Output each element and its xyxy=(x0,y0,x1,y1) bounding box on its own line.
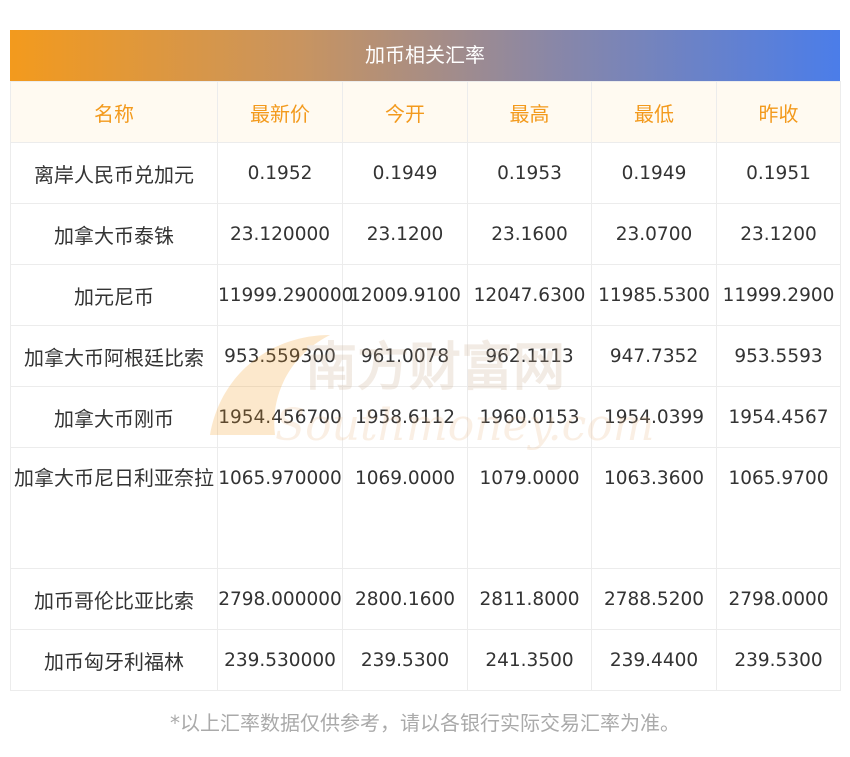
row-prev-close: 1065.9700 xyxy=(716,447,841,569)
row-name: 加拿大币尼日利亚奈拉 xyxy=(10,447,218,569)
row-open: 961.0078 xyxy=(342,325,468,387)
row-prev-close: 239.5300 xyxy=(716,629,841,691)
row-open: 2800.1600 xyxy=(342,568,468,630)
header-prev-close: 昨收 xyxy=(716,81,841,143)
exchange-rate-table: 名称 最新价 今开 最高 最低 昨收 离岸人民币兑加元 0.1952 0.194… xyxy=(10,81,841,691)
row-latest: 2798.000000 xyxy=(217,568,343,630)
table-row: 离岸人民币兑加元 0.1952 0.1949 0.1953 0.1949 0.1… xyxy=(10,142,841,204)
row-prev-close: 11999.2900 xyxy=(716,264,841,326)
row-name: 加元尼币 xyxy=(10,264,218,326)
row-low: 1063.3600 xyxy=(591,447,717,569)
row-name: 加币哥伦比亚比索 xyxy=(10,568,218,630)
row-open: 1069.0000 xyxy=(342,447,468,569)
row-prev-close: 23.1200 xyxy=(716,203,841,265)
row-latest: 1954.456700 xyxy=(217,386,343,448)
row-high: 962.1113 xyxy=(467,325,592,387)
footnote: *以上汇率数据仅供参考，请以各银行实际交易汇率为准。 xyxy=(170,711,680,735)
table-header-row: 名称 最新价 今开 最高 最低 昨收 xyxy=(10,81,841,143)
table-row: 加拿大币尼日利亚奈拉 1065.970000 1069.0000 1079.00… xyxy=(10,447,841,569)
row-high: 2811.8000 xyxy=(467,568,592,630)
row-name: 加币匈牙利福林 xyxy=(10,629,218,691)
row-name: 加拿大币泰铢 xyxy=(10,203,218,265)
row-high: 12047.6300 xyxy=(467,264,592,326)
row-prev-close: 2798.0000 xyxy=(716,568,841,630)
row-open: 239.5300 xyxy=(342,629,468,691)
header-name: 名称 xyxy=(10,81,218,143)
row-latest: 0.1952 xyxy=(217,142,343,204)
row-prev-close: 0.1951 xyxy=(716,142,841,204)
table-row: 加元尼币 11999.290000 12009.9100 12047.6300 … xyxy=(10,264,841,326)
row-open: 0.1949 xyxy=(342,142,468,204)
row-latest: 23.120000 xyxy=(217,203,343,265)
table-row: 加币匈牙利福林 239.530000 239.5300 241.3500 239… xyxy=(10,629,841,691)
row-low: 239.4400 xyxy=(591,629,717,691)
row-open: 23.1200 xyxy=(342,203,468,265)
table-row: 加拿大币泰铢 23.120000 23.1200 23.1600 23.0700… xyxy=(10,203,841,265)
row-low: 947.7352 xyxy=(591,325,717,387)
row-latest: 11999.290000 xyxy=(217,264,353,326)
row-latest: 239.530000 xyxy=(217,629,343,691)
header-open: 今开 xyxy=(342,81,468,143)
table-title: 加币相关汇率 xyxy=(10,30,840,81)
row-latest: 953.559300 xyxy=(217,325,343,387)
row-latest: 1065.970000 xyxy=(217,447,343,569)
row-high: 1079.0000 xyxy=(467,447,592,569)
header-latest: 最新价 xyxy=(217,81,343,143)
row-prev-close: 953.5593 xyxy=(716,325,841,387)
row-high: 241.3500 xyxy=(467,629,592,691)
row-name: 加拿大币刚币 xyxy=(10,386,218,448)
header-low: 最低 xyxy=(591,81,717,143)
table-row: 加拿大币阿根廷比索 953.559300 961.0078 962.1113 9… xyxy=(10,325,841,387)
row-open: 1958.6112 xyxy=(342,386,468,448)
row-prev-close: 1954.4567 xyxy=(716,386,841,448)
row-high: 1960.0153 xyxy=(467,386,592,448)
row-low: 2788.5200 xyxy=(591,568,717,630)
row-name: 离岸人民币兑加元 xyxy=(10,142,218,204)
row-low: 23.0700 xyxy=(591,203,717,265)
row-open: 12009.9100 xyxy=(342,264,468,326)
row-low: 0.1949 xyxy=(591,142,717,204)
row-high: 0.1953 xyxy=(467,142,592,204)
table-row: 加币哥伦比亚比索 2798.000000 2800.1600 2811.8000… xyxy=(10,568,841,630)
table-row: 加拿大币刚币 1954.456700 1958.6112 1960.0153 1… xyxy=(10,386,841,448)
row-low: 1954.0399 xyxy=(591,386,717,448)
header-high: 最高 xyxy=(467,81,592,143)
row-low: 11985.5300 xyxy=(591,264,717,326)
row-name: 加拿大币阿根廷比索 xyxy=(10,325,218,387)
row-high: 23.1600 xyxy=(467,203,592,265)
